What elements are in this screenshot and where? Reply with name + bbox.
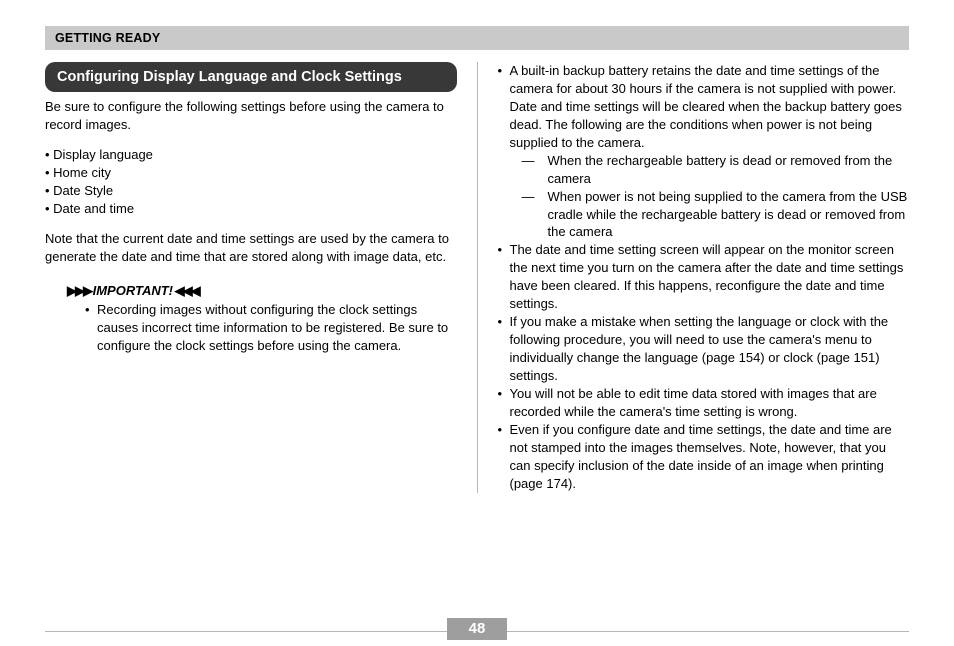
left-body: Be sure to configure the following setti… [45, 98, 457, 354]
list-item: • If you make a mistake when setting the… [498, 313, 910, 385]
left-column: Configuring Display Language and Clock S… [45, 62, 475, 493]
section-title: Configuring Display Language and Clock S… [45, 62, 457, 92]
list-item: • Even if you configure date and time se… [498, 421, 910, 493]
bullet-icon: • [498, 241, 510, 313]
item-text: The date and time setting screen will ap… [510, 241, 910, 313]
bullet-icon: • [85, 301, 97, 355]
manual-page: GETTING READY Configuring Display Langua… [0, 0, 954, 646]
item-text: You will not be able to edit time data s… [510, 385, 910, 421]
sub-text: When the rechargeable battery is dead or… [548, 152, 910, 188]
breadcrumb-text: GETTING READY [55, 31, 160, 45]
right-column: • A built-in backup battery retains the … [480, 62, 910, 493]
page-footer: 48 [45, 630, 909, 632]
list-item: Date Style [45, 182, 457, 200]
sub-text: When power is not being supplied to the … [548, 188, 910, 242]
settings-list: Display language Home city Date Style Da… [45, 146, 457, 218]
list-item: Date and time [45, 200, 457, 218]
bullet-icon: • [498, 421, 510, 493]
dash-icon: — [522, 152, 548, 188]
important-list: • Recording images without configuring t… [85, 301, 457, 355]
list-item: — When power is not being supplied to th… [510, 188, 910, 242]
list-item: Home city [45, 164, 457, 182]
note-paragraph: Note that the current date and time sett… [45, 230, 457, 266]
column-divider [477, 62, 478, 493]
columns: Configuring Display Language and Clock S… [45, 62, 909, 493]
breadcrumb: GETTING READY [45, 26, 909, 50]
item-text: Even if you configure date and time sett… [510, 421, 910, 493]
list-item: Display language [45, 146, 457, 164]
dash-icon: — [522, 188, 548, 242]
important-label: IMPORTANT! [93, 284, 173, 297]
important-heading: ▶▶▶ IMPORTANT! ◀◀◀ [67, 284, 457, 297]
ornament-left-icon: ▶▶▶ [67, 284, 93, 297]
bullet-icon: • [498, 385, 510, 421]
ornament-right-icon: ◀◀◀ [173, 284, 199, 297]
sub-list: — When the rechargeable battery is dead … [510, 152, 910, 242]
list-item: • A built-in backup battery retains the … [498, 62, 910, 241]
item-text: A built-in backup battery retains the da… [510, 63, 902, 150]
bullet-icon: • [498, 313, 510, 385]
page-number: 48 [447, 618, 507, 640]
list-item: • Recording images without configuring t… [85, 301, 457, 355]
list-item: — When the rechargeable battery is dead … [510, 152, 910, 188]
important-text: Recording images without configuring the… [97, 301, 457, 355]
item-text: If you make a mistake when setting the l… [510, 313, 910, 385]
bullet-icon: • [498, 62, 510, 241]
list-item: • You will not be able to edit time data… [498, 385, 910, 421]
list-item: • The date and time setting screen will … [498, 241, 910, 313]
intro-paragraph: Be sure to configure the following setti… [45, 98, 457, 134]
